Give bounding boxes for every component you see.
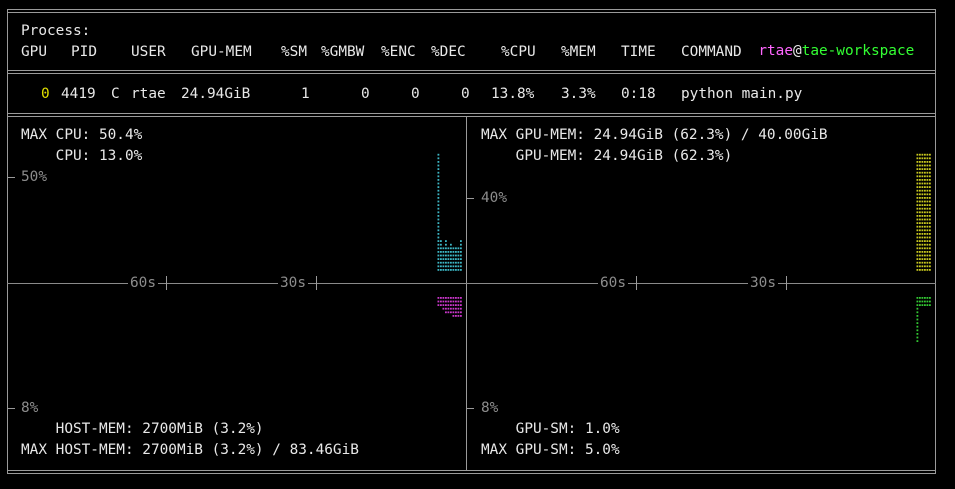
max-gpu-sm-label: MAX GPU-SM: 5.0% (481, 442, 620, 458)
gpu-sm-dot (919, 297, 921, 299)
gpu-sm-dot (924, 300, 926, 303)
gpu-sm-dot (916, 340, 919, 342)
gpu-sm-dot (916, 318, 919, 321)
gpu-sm-dot (929, 304, 931, 306)
gpu-sm-dot (916, 333, 919, 335)
gpu-sm-dot (916, 322, 919, 324)
gpu-sm-dot (921, 300, 924, 303)
gpu-sm-dot (916, 336, 919, 339)
gpu-sm-dot (916, 311, 919, 314)
gpu-sm-dot (916, 297, 919, 299)
gpu-sm-label: GPU-SM: 1.0% (481, 421, 620, 437)
gpu-sm-dot (916, 315, 919, 317)
gpu-sm-dot (921, 304, 924, 306)
gpu-sm-dot (916, 325, 919, 328)
gpu-sm-dot (921, 297, 924, 299)
gpu-sm-dot (916, 304, 919, 306)
gpu-sm-dot (924, 304, 926, 306)
gpu-sm-dot (916, 329, 919, 332)
gpu-sm-dot (926, 304, 929, 306)
gpu-sm-dot (916, 307, 919, 310)
gpu-sm-dot (916, 300, 919, 303)
gpu-sm-dot (924, 297, 926, 299)
gpu-sm-dot (919, 300, 921, 303)
gpu-sm-plot (916, 297, 931, 342)
gpu-sm-dot (926, 297, 929, 299)
gpu-sm-dot (919, 304, 921, 306)
gpu-sm-dot (926, 300, 929, 303)
gpu-sm-dot (929, 297, 931, 299)
gpu-sm-dot (929, 300, 931, 303)
